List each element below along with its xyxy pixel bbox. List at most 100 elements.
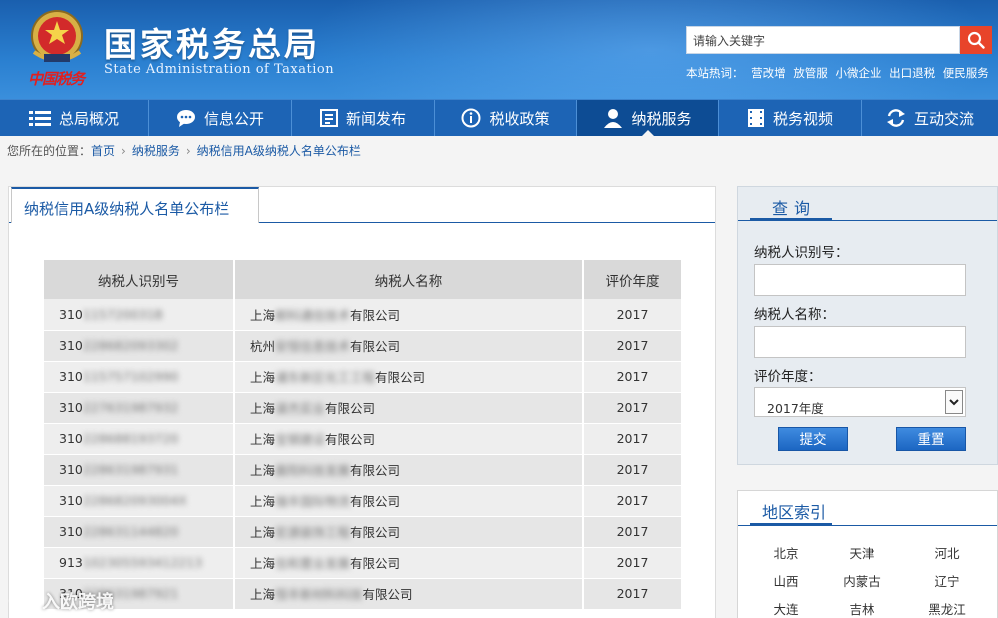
search-icon — [967, 31, 985, 49]
breadcrumb-link-service[interactable]: 纳税服务 — [132, 144, 180, 158]
breadcrumb-link-home[interactable]: 首页 — [91, 144, 115, 158]
nav-label: 新闻发布 — [345, 109, 406, 128]
evaluation-year-cell: 2017 — [583, 423, 681, 455]
taxpayer-id-cell: 310228631987931 — [44, 454, 235, 486]
column-header-name: 纳税人名称 — [234, 260, 584, 299]
taxpayer-name-cell[interactable]: 上海晨阳科技发展有限公司 — [234, 454, 584, 486]
nav-item-news[interactable]: 新闻发布 — [292, 100, 435, 136]
site-header: 中国税务 国家税务总局 State Administration of Taxa… — [0, 0, 998, 99]
nav-item-video[interactable]: 税务视频 — [719, 100, 862, 136]
table-row[interactable]: 310115757102990 上海浦东新区化工工程有限公司 2017 — [44, 361, 681, 393]
taxpayer-name-cell[interactable]: 上海宏源装饰工程有限公司 — [234, 516, 584, 548]
film-icon — [747, 109, 764, 127]
site-subtitle: State Administration of Taxation — [104, 62, 335, 77]
region-link[interactable]: 北京 — [756, 543, 816, 562]
taxpayer-id-cell: 310227631987932 — [44, 392, 235, 424]
taxpayer-id-field[interactable] — [754, 264, 966, 296]
evaluation-year-cell: 2017 — [583, 299, 681, 331]
taxpayer-name-cell[interactable]: 上海瑞丰国际物流有限公司 — [234, 485, 584, 517]
taxpayer-name-field[interactable] — [754, 326, 966, 358]
query-title: 查询 — [750, 187, 832, 221]
menu-icon — [28, 111, 51, 126]
taxpayer-id-cell: 310115720031B — [44, 299, 235, 331]
id-label: 纳税人识别号： — [754, 245, 849, 261]
watermark-text: 入欧跨境 — [42, 592, 114, 613]
year-select[interactable]: 2017年度 — [754, 387, 966, 417]
table-row[interactable]: 310115720031B 上海邮科通信技术有限公司 2017 — [44, 299, 681, 331]
site-title[interactable]: 国家税务总局 — [104, 18, 320, 66]
evaluation-year-cell: 2017 — [583, 392, 681, 424]
tab-a-level-list[interactable]: 纳税信用A级纳税人名单公布栏 — [11, 187, 259, 223]
region-link[interactable]: 山西 — [756, 571, 816, 590]
query-header: 查询 — [738, 187, 997, 221]
table-row[interactable]: 310228682093302 杭州安恒信息技术有限公司 2017 — [44, 330, 681, 362]
table-row[interactable]: 310228631987921 上海恒丰新材料科技有限公司 2017 — [44, 578, 681, 610]
breadcrumb: 您所在的位置：首页 › 纳税服务 › 纳税信用A级纳税人名单公布栏 — [7, 142, 361, 159]
taxpayer-name-cell[interactable]: 上海恒丰新材料科技有限公司 — [234, 578, 584, 610]
hot-words: 本站热词： 营改增 放管服 小微企业 出口退税 便民服务 — [686, 65, 989, 81]
region-link[interactable]: 吉林 — [832, 599, 892, 618]
table-row[interactable]: 310228631987931 上海晨阳科技发展有限公司 2017 — [44, 454, 681, 486]
taxpayer-name-cell[interactable]: 上海宝钢建设有限公司 — [234, 423, 584, 455]
taxpayer-id-cell: 310115757102990 — [44, 361, 235, 393]
taxpayer-name-cell[interactable]: 上海谋杰实业有限公司 — [234, 392, 584, 424]
taxpayer-name-cell[interactable]: 上海邮科通信技术有限公司 — [234, 299, 584, 331]
hot-word-link[interactable]: 出口退税 — [889, 66, 935, 80]
region-index-panel: 地区索引 北京 天津 河北 山西 内蒙古 辽宁 大连 吉林 黑龙江 — [737, 490, 998, 618]
nav-item-interaction[interactable]: 互动交流 — [862, 100, 998, 136]
hot-word-link[interactable]: 小微企业 — [835, 66, 881, 80]
name-label: 纳税人名称： — [754, 307, 835, 323]
user-icon — [604, 109, 623, 128]
taxpayer-id-cell: 913102305593412213 — [44, 547, 235, 579]
watermark-logo-icon — [8, 592, 37, 610]
main-nav: 总局概况 信息公开 新闻发布 税收政策 纳税服务 税务视频 互动交流 — [0, 99, 998, 136]
region-link[interactable]: 辽宁 — [917, 571, 977, 590]
column-header-id: 纳税人识别号 — [44, 260, 235, 299]
taxpayer-name-cell[interactable]: 杭州安恒信息技术有限公司 — [234, 330, 584, 362]
evaluation-year-cell: 2017 — [583, 547, 681, 579]
nav-label: 互动交流 — [913, 109, 974, 128]
exchange-icon — [886, 109, 905, 127]
table-row[interactable]: 310228631144820 上海宏源装饰工程有限公司 2017 — [44, 516, 681, 548]
evaluation-year-cell: 2017 — [583, 454, 681, 486]
info-icon — [461, 108, 481, 128]
breadcrumb-prefix: 您所在的位置： — [7, 144, 92, 158]
hot-word-link[interactable]: 放管服 — [793, 66, 828, 80]
chat-icon — [176, 110, 195, 127]
table-row[interactable]: 913102305593412213 上海信和置业发展有限公司 2017 — [44, 547, 681, 579]
nav-label: 信息公开 — [203, 109, 264, 128]
nav-item-info[interactable]: 信息公开 — [149, 100, 292, 136]
table-row[interactable]: 310228682093004X 上海瑞丰国际物流有限公司 2017 — [44, 485, 681, 517]
region-header: 地区索引 — [738, 491, 997, 526]
submit-button[interactable]: 提交 — [778, 427, 848, 451]
reset-button[interactable]: 重置 — [896, 427, 966, 451]
taxpayer-name-cell[interactable]: 上海信和置业发展有限公司 — [234, 547, 584, 579]
region-link[interactable]: 大连 — [756, 599, 816, 618]
emblem-icon[interactable] — [24, 6, 90, 70]
region-title: 地区索引 — [750, 491, 832, 526]
table-row[interactable]: 310228688193720 上海宝钢建设有限公司 2017 — [44, 423, 681, 455]
region-link[interactable]: 黑龙江 — [917, 599, 977, 618]
nav-item-policy[interactable]: 税收政策 — [435, 100, 577, 136]
search-button[interactable] — [960, 26, 992, 54]
table-row[interactable]: 310227631987932 上海谋杰实业有限公司 2017 — [44, 392, 681, 424]
taxpayer-name-cell[interactable]: 上海浦东新区化工工程有限公司 — [234, 361, 584, 393]
region-link[interactable]: 天津 — [832, 543, 892, 562]
breadcrumb-link-current[interactable]: 纳税信用A级纳税人名单公布栏 — [197, 144, 361, 158]
chevron-down-icon[interactable] — [945, 390, 963, 414]
nav-label: 纳税服务 — [631, 109, 692, 128]
hot-word-link[interactable]: 营改增 — [751, 66, 786, 80]
query-panel: 查询 纳税人识别号： 纳税人名称： 评价年度： 2017年度 提交 重置 — [737, 186, 998, 465]
hot-word-link[interactable]: 便民服务 — [943, 66, 989, 80]
evaluation-year-cell: 2017 — [583, 361, 681, 393]
nav-item-tax-service[interactable]: 纳税服务 — [577, 100, 719, 136]
taxpayer-id-cell: 310228631144820 — [44, 516, 235, 548]
hot-words-label: 本站热词： — [686, 66, 744, 80]
nav-label: 总局概况 — [58, 109, 119, 128]
taxpayer-id-cell: 310228682093004X — [44, 485, 235, 517]
nav-label: 税收政策 — [489, 109, 550, 128]
search-input[interactable]: 请输入关键字 — [686, 26, 960, 54]
region-link[interactable]: 内蒙古 — [832, 571, 892, 590]
nav-item-overview[interactable]: 总局概况 — [0, 100, 149, 136]
region-link[interactable]: 河北 — [917, 543, 977, 562]
